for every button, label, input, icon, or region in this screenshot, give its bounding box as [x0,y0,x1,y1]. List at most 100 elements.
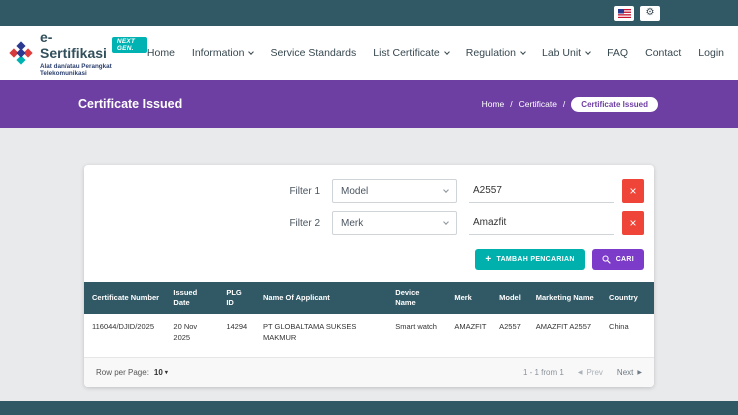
tambah-pencarian-button[interactable]: + TAMBAH PENCARIAN [475,249,584,270]
col-issued-date: Issued Date [165,282,218,314]
cell-issued-date: 20 Nov 2025 [165,314,218,357]
tambah-pencarian-label: TAMBAH PENCARIAN [497,256,575,263]
nav-regulation[interactable]: Regulation [466,47,525,59]
chevron-down-icon [249,49,255,55]
settings-gear-button[interactable]: ⚙ [640,6,660,21]
topbar: ⚙ [0,0,738,26]
nav-home-label: Home [147,47,175,59]
col-plg-id: PLG ID [218,282,255,314]
pagination: 1 - 1 from 1 ◀ Prev Next ▶ [523,368,642,377]
breadcrumb-home[interactable]: Home [482,99,505,109]
col-merk: Merk [446,282,491,314]
nav-lab-unit-label: Lab Unit [542,47,581,59]
nav-information-label: Information [192,47,245,59]
cell-certificate-number: 116044/DJID/2025 [84,314,165,357]
nav-list-certificate[interactable]: List Certificate [373,47,449,59]
logo-icon [8,40,34,66]
breadcrumb: Home / Certificate / Certificate Issued [482,97,658,112]
logo-subtitle: Alat dan/atau Perangkat Telekomunikasi [40,63,147,77]
col-marketing-name: Marketing Name [528,282,601,314]
gear-icon: ⚙ [646,8,655,18]
col-name-of-applicant: Name Of Applicant [255,282,387,314]
language-flag-button[interactable] [614,6,634,21]
filter2-field-value: Merk [341,218,363,229]
nav-login[interactable]: Login [698,47,724,59]
nav-contact[interactable]: Contact [645,47,681,59]
cell-country: China [601,314,654,357]
nav-information[interactable]: Information [192,47,254,59]
close-icon: × [629,185,636,197]
logo-title: e-Sertifikasi [40,29,107,61]
rows-per-page-label: Row per Page: [96,368,149,377]
rows-per-page-select[interactable]: 10 ▾ [154,368,168,377]
cell-device-name: Smart watch [387,314,446,357]
nav-service-standards[interactable]: Service Standards [270,47,356,59]
chevron-down-icon [444,49,450,55]
us-flag-icon [618,9,631,18]
nav-lab-unit[interactable]: Lab Unit [542,47,590,59]
nav-faq-label: FAQ [607,47,628,59]
col-country: Country [601,282,654,314]
page: ⚙ e-Sertifikasi NEXT GEN. Alat dan/atau … [0,0,738,415]
col-model: Model [491,282,528,314]
prev-button[interactable]: ◀ Prev [578,368,603,377]
search-card: Filter 1 Model × Filter 2 Merk [84,165,654,387]
nav-contact-label: Contact [645,47,681,59]
prev-label: Prev [586,368,602,377]
filter2-value-input[interactable] [469,211,614,235]
col-certificate-number: Certificate Number [84,282,165,314]
table-footer: Row per Page: 10 ▾ 1 - 1 from 1 ◀ Prev N… [84,357,654,387]
filter2-field-select[interactable]: Merk [332,211,457,235]
nav-regulation-label: Regulation [466,47,516,59]
cell-model: A2557 [491,314,528,357]
nav-login-label: Login [698,47,724,59]
cari-button[interactable]: CARI [592,249,644,270]
filter-row-1: Filter 1 Model × [94,179,644,203]
page-title: Certificate Issued [78,97,182,111]
filter1-field-select[interactable]: Model [332,179,457,203]
cari-label: CARI [616,256,634,263]
filter1-label: Filter 1 [289,186,320,197]
main-nav: Home Information Service Standards List … [147,47,724,59]
filter1-field-value: Model [341,186,368,197]
close-icon: × [629,217,636,229]
header: e-Sertifikasi NEXT GEN. Alat dan/atau Pe… [0,26,738,80]
breadcrumb-certificate[interactable]: Certificate [519,99,557,109]
logo-text: e-Sertifikasi NEXT GEN. Alat dan/atau Pe… [40,29,147,77]
content-area: Filter 1 Model × Filter 2 Merk [0,128,738,401]
chevron-down-icon: ▾ [165,369,168,376]
cell-marketing-name: AMAZFIT A2557 [528,314,601,357]
next-label: Next [617,368,633,377]
table-row[interactable]: 116044/DJID/2025 20 Nov 2025 14294 PT GL… [84,314,654,357]
actions-row: + TAMBAH PENCARIAN CARI [94,249,644,270]
table-header: Certificate Number Issued Date PLG ID Na… [84,282,654,314]
filter1-remove-button[interactable]: × [622,179,644,203]
col-device-name: Device Name [387,282,446,314]
logo-badge: NEXT GEN. [112,37,147,53]
footer-bar [0,401,738,415]
breadcrumb-separator: / [510,99,512,109]
cell-merk: AMAZFIT [446,314,491,357]
rows-per-page: Row per Page: 10 ▾ [96,368,168,377]
filter1-value-input[interactable] [469,179,614,203]
breadcrumb-separator: / [563,99,565,109]
cell-plg-id: 14294 [218,314,255,357]
cell-name-of-applicant: PT GLOBALTAMA SUKSES MAKMUR [255,314,387,357]
nav-home[interactable]: Home [147,47,175,59]
next-icon: ▶ [637,369,642,376]
nav-service-standards-label: Service Standards [270,47,356,59]
logo[interactable]: e-Sertifikasi NEXT GEN. Alat dan/atau Pe… [8,29,147,77]
next-button[interactable]: Next ▶ [617,368,642,377]
filters-section: Filter 1 Model × Filter 2 Merk [84,165,654,270]
plus-icon: + [485,255,491,265]
results-table: Certificate Number Issued Date PLG ID Na… [84,282,654,357]
nav-faq[interactable]: FAQ [607,47,628,59]
rows-per-page-value: 10 [154,368,163,377]
filter2-remove-button[interactable]: × [622,211,644,235]
prev-icon: ◀ [578,369,583,376]
pagination-range: 1 - 1 from 1 [523,368,564,377]
filter2-label: Filter 2 [289,218,320,229]
breadcrumb-current: Certificate Issued [571,97,658,112]
chevron-down-icon [443,219,449,225]
filter-row-2: Filter 2 Merk × [94,211,644,235]
